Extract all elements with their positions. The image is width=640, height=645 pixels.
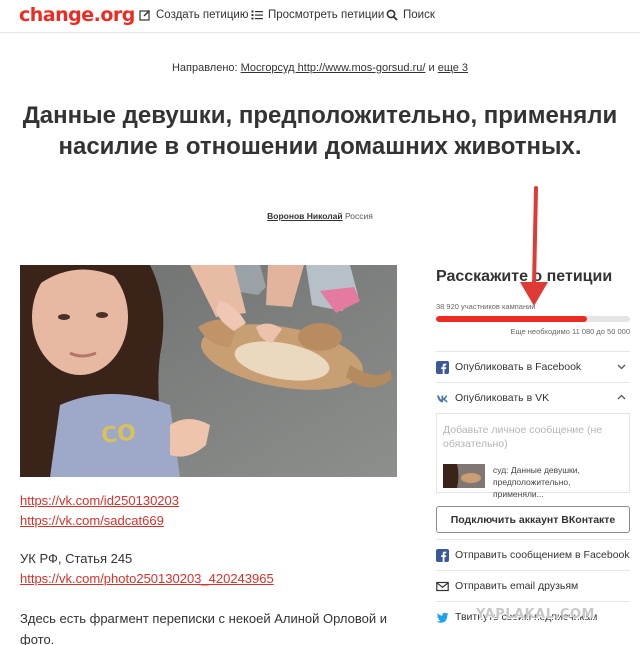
nav-search-label: Поиск <box>403 9 435 21</box>
vk-profile-link-2[interactable]: https://vk.com/sadcat669 <box>20 511 179 531</box>
vk-preview-thumbnail <box>443 464 485 488</box>
share-email-row[interactable]: Отправить email друзьям <box>436 570 630 601</box>
petition-targets: Направлено: Мосгорсуд http://www.mos-gor… <box>0 62 640 74</box>
share-email-label: Отправить email друзьям <box>455 580 579 592</box>
vk-icon <box>436 392 449 405</box>
vk-message-box: Добавьте личное сообщение (не обязательн… <box>436 413 630 499</box>
nav-search[interactable]: Поиск <box>386 9 435 21</box>
top-bar: change.org Создать петицию Просмотреть п… <box>0 0 640 33</box>
author-name-link[interactable]: Воронов Николай <box>267 211 342 221</box>
law-text: УК РФ, Статья 245 <box>20 551 133 566</box>
signature-count: 38 920 участников кампании <box>436 302 536 311</box>
petition-paragraph: Здесь есть фрагмент переписки с некоей А… <box>20 611 387 645</box>
svg-text:CO: CO <box>100 420 137 449</box>
law-reference: УК РФ, Статья 245 https://vk.com/photo25… <box>20 549 274 589</box>
share-fb-message-row[interactable]: Отправить сообщением в Facebook <box>436 539 630 570</box>
change-org-logo[interactable]: change.org <box>19 4 135 26</box>
author-location: Россия <box>344 211 373 221</box>
nav-create-label: Создать петицию <box>156 9 249 21</box>
targeted-prefix: Направлено: <box>171 62 238 74</box>
vk-preview-text: суд: Данные девушки, предположительно, п… <box>493 465 580 499</box>
share-fb-message-label: Отправить сообщением в Facebook <box>455 549 630 561</box>
nav-browse-label: Просмотреть петиции <box>268 9 385 21</box>
search-icon <box>386 9 398 21</box>
profile-links: https://vk.com/id250130203 https://vk.co… <box>20 491 179 531</box>
chevron-down-icon <box>617 362 626 374</box>
list-icon <box>251 9 263 21</box>
share-section-title: Расскажите о петиции <box>436 268 613 285</box>
share-facebook-label: Опубликовать в Facebook <box>455 361 582 373</box>
vk-message-input[interactable]: Добавьте личное сообщение (не обязательн… <box>443 423 623 451</box>
nav-browse-petitions[interactable]: Просмотреть петиции <box>251 9 384 21</box>
watermark: YAPLAKAL.COM <box>476 607 595 622</box>
connect-vk-button[interactable]: Подключить аккаунт ВКонтакте <box>436 506 630 533</box>
targeted-separator: и <box>428 62 435 74</box>
share-facebook-row[interactable]: Опубликовать в Facebook <box>436 351 630 382</box>
vk-photo-link[interactable]: https://vk.com/photo250130203_420243965 <box>20 569 274 589</box>
share-vk-row[interactable]: Опубликовать в VK <box>436 382 630 413</box>
petition-photo: CO <box>20 265 397 477</box>
twitter-bird-icon <box>436 611 449 624</box>
nav-create-petition[interactable]: Создать петицию <box>139 9 248 21</box>
signature-progress-bar <box>436 316 630 322</box>
signatures-needed: Еще необходимо 11 080 до 50 000 <box>510 327 630 336</box>
target-link[interactable]: Мосгорсуд http://www.mos-gorsud.ru/ <box>241 62 426 74</box>
progress-fill <box>436 316 588 322</box>
petition-author: Воронов Николай Россия <box>0 211 640 221</box>
more-targets-link[interactable]: еще 3 <box>438 62 468 74</box>
share-vk-label: Опубликовать в VK <box>455 392 550 404</box>
petition-title: Данные девушки, предположительно, примен… <box>22 102 618 160</box>
pencil-box-icon <box>139 9 151 21</box>
vk-profile-link-1[interactable]: https://vk.com/id250130203 <box>20 491 179 511</box>
facebook-icon <box>436 548 449 562</box>
facebook-icon <box>436 360 449 374</box>
chevron-up-icon <box>617 393 626 405</box>
envelope-icon <box>436 580 449 593</box>
